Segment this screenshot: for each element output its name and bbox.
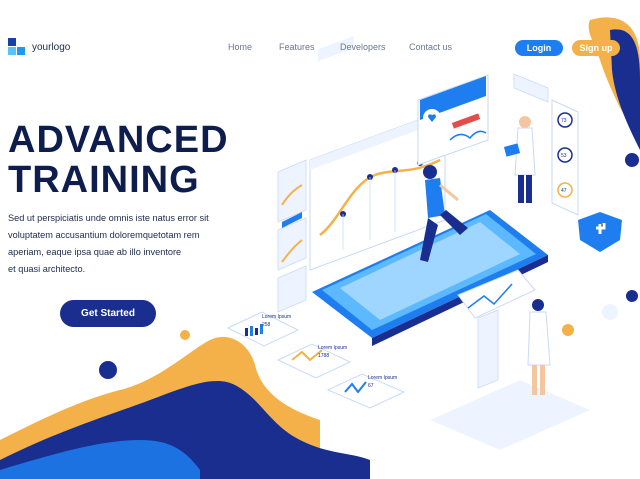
- stat-card-value: 258: [262, 322, 271, 328]
- decor-dot: [602, 304, 618, 320]
- nav-home[interactable]: Home: [228, 42, 252, 52]
- nav-contact[interactable]: Contact us: [409, 42, 452, 52]
- heart-panel: [417, 74, 489, 166]
- decor-dot: [99, 361, 117, 379]
- hero-description-line: et quasi architecto.: [8, 264, 86, 274]
- get-started-button[interactable]: Get Started: [60, 300, 156, 327]
- logo-text: yourlogo: [32, 41, 71, 53]
- hero-title-line: ADVANCED: [8, 119, 229, 161]
- nav-features[interactable]: Features: [279, 42, 315, 52]
- shield-icon: [578, 212, 622, 252]
- stat-value: 73: [561, 118, 567, 124]
- decor-dot: [562, 324, 574, 336]
- hero-description-line: Sed ut perspiciatis unde omnis iste natu…: [8, 213, 209, 223]
- logo[interactable]: yourlogo: [8, 38, 70, 56]
- stat-card-label: Lorem Ipsum: [262, 314, 291, 320]
- decor-dot: [625, 153, 639, 167]
- decor-dot: [626, 290, 638, 302]
- doctor-figure-bottom: [527, 299, 551, 395]
- left-panels: [277, 159, 307, 313]
- nav-developers[interactable]: Developers: [340, 42, 386, 52]
- doctor-figure-top: [503, 116, 536, 203]
- stat-card-value: 1788: [318, 353, 329, 359]
- signup-button[interactable]: Sign up: [572, 40, 620, 56]
- floor-shape: [430, 380, 590, 450]
- hero-description: Sed ut perspiciatis unde omnis iste natu…: [8, 210, 238, 278]
- decor-dot: [180, 330, 190, 340]
- hero-title-line: TRAINING: [8, 159, 200, 201]
- hero-description-line: voluptatem accusantium doloremquetotam r…: [8, 230, 200, 240]
- stat-value: 47: [561, 188, 567, 194]
- stat-value: 53: [561, 153, 567, 159]
- login-button[interactable]: Login: [515, 40, 563, 56]
- logo-icon: [8, 38, 26, 56]
- stat-card-label: Lorem Ipsum: [368, 375, 397, 381]
- stat-card-label: Lorem Ipsum: [318, 345, 347, 351]
- landing-page: 73 53 47 Lorem Ipsum 258 Lorem Ipsum 178…: [0, 0, 640, 479]
- hero-title: ADVANCED TRAINING: [8, 120, 229, 200]
- stat-card-value: 67: [368, 383, 374, 389]
- hero-description-line: aperiam, eaque ipsa quae ab illo invento…: [8, 247, 182, 257]
